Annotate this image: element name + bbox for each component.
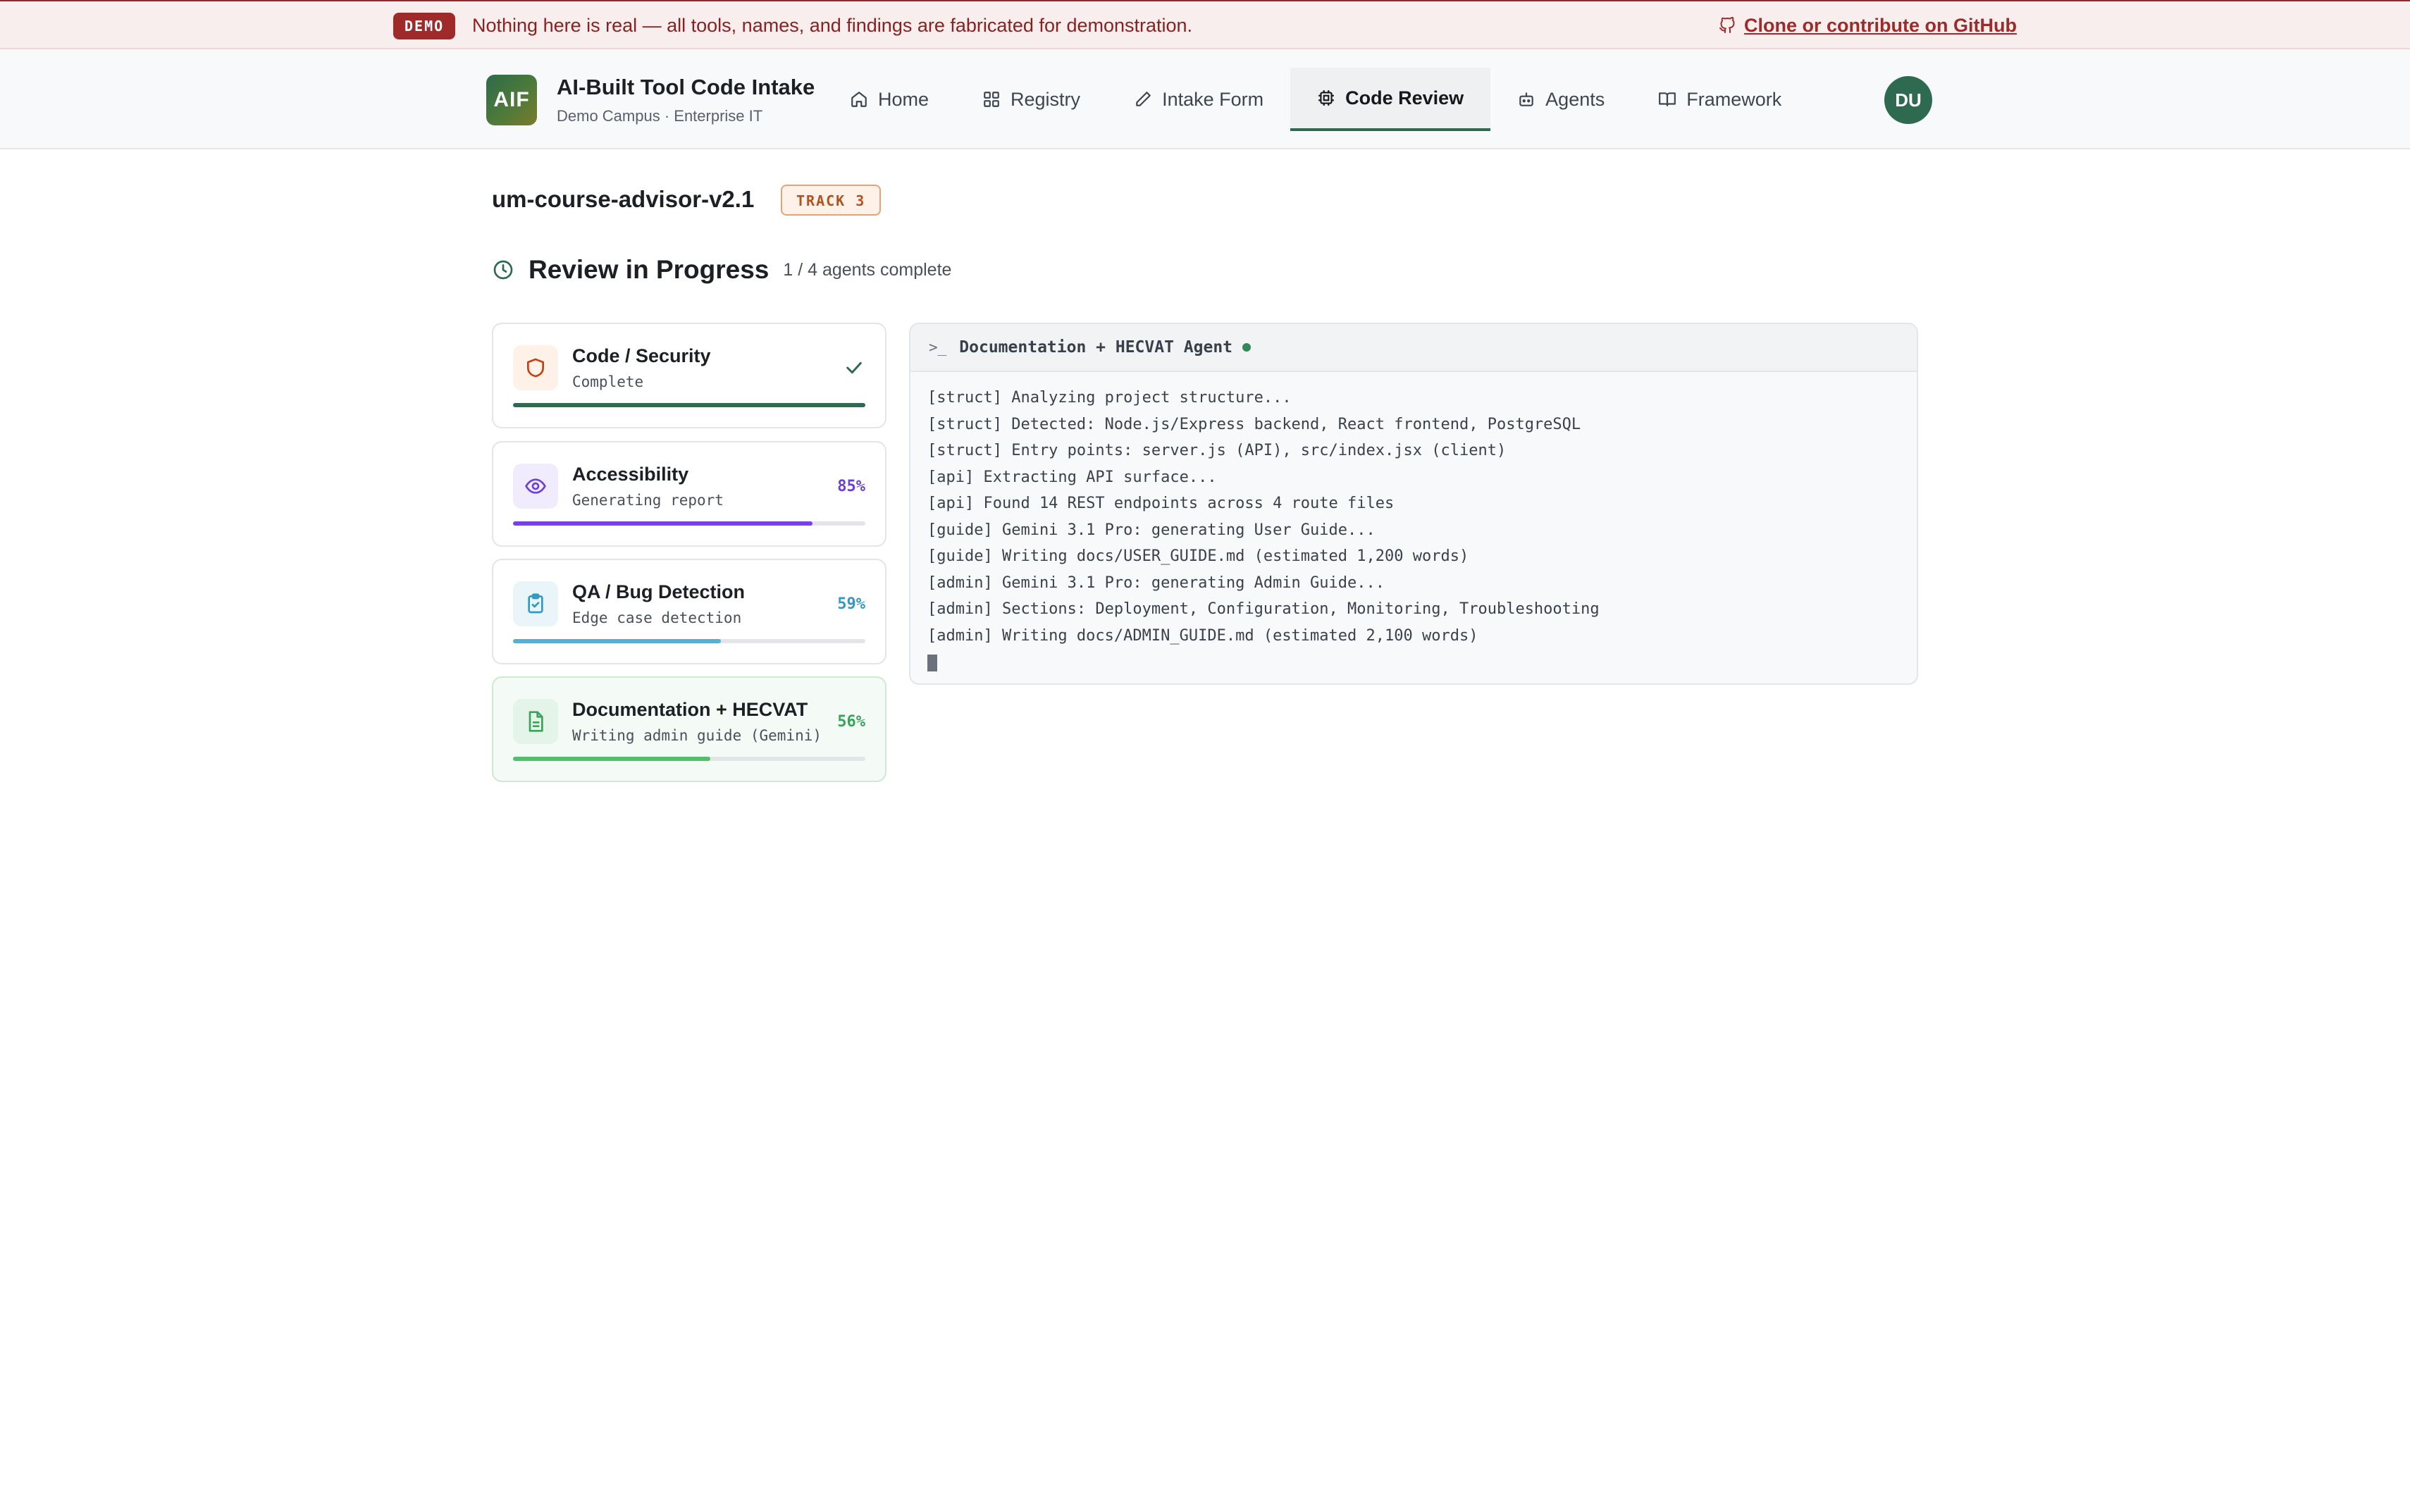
live-status-dot bbox=[1242, 343, 1252, 352]
agent-progress-fill bbox=[513, 639, 721, 643]
demo-banner: DEMO Nothing here is real — all tools, n… bbox=[0, 0, 2410, 49]
agent-name: Accessibility bbox=[572, 464, 689, 485]
bot-icon bbox=[1519, 92, 1533, 106]
demo-badge: DEMO bbox=[393, 13, 456, 39]
log-line: [admin] Gemini 3.1 Pro: generating Admin… bbox=[927, 574, 1385, 592]
app-header: AIF AI-Built Tool Code Intake Demo Campu… bbox=[0, 49, 2410, 149]
grid-icon bbox=[984, 92, 999, 107]
log-line: [guide] Gemini 3.1 Pro: generating User … bbox=[927, 521, 1376, 539]
tool-name: um-course-advisor-v2.1 bbox=[492, 186, 755, 212]
log-line: [guide] Writing docs/USER_GUIDE.md (esti… bbox=[927, 547, 1469, 565]
terminal-header: >_ Documentation + HECVAT Agent bbox=[910, 324, 1917, 372]
nav-code-review[interactable]: Code Review bbox=[1290, 68, 1491, 131]
agent-card-accessibility[interactable]: Accessibility Generating report 85% bbox=[492, 441, 886, 547]
nav-agents-label: Agents bbox=[1545, 88, 1605, 110]
clock-icon bbox=[493, 260, 513, 280]
review-count: 1 / 4 agents complete bbox=[783, 259, 952, 280]
agent-icon-box bbox=[513, 464, 558, 509]
review-title: Review in Progress bbox=[529, 255, 770, 284]
nav-registry[interactable]: Registry bbox=[956, 68, 1107, 131]
nav-framework[interactable]: Framework bbox=[1631, 68, 1808, 131]
main-nav: Home Registry Intake Form Code Review Ag… bbox=[823, 68, 1808, 131]
log-line: [api] Extracting API surface... bbox=[927, 468, 1217, 486]
log-line: [admin] Sections: Deployment, Configurat… bbox=[927, 600, 1600, 618]
agent-icon-box bbox=[513, 581, 558, 626]
terminal-title: Documentation + HECVAT Agent bbox=[959, 338, 1233, 357]
agent-percent: 56% bbox=[837, 713, 865, 731]
clipboard-check-icon bbox=[528, 593, 543, 614]
book-icon bbox=[1659, 92, 1676, 106]
log-line: [struct] Analyzing project structure... bbox=[927, 389, 1292, 407]
agent-progress-track bbox=[513, 403, 865, 407]
github-icon bbox=[1719, 17, 1735, 33]
app-subtitle: Demo Campus · Enterprise IT bbox=[557, 107, 763, 125]
terminal-prompt-icon: >_ bbox=[929, 339, 947, 356]
agent-card-documentation-hecvat[interactable]: Documentation + HECVAT Writing admin gui… bbox=[492, 676, 886, 782]
pencil-icon bbox=[1136, 92, 1151, 106]
app-logo[interactable]: AIF bbox=[486, 75, 537, 125]
nav-intake-form-label: Intake Form bbox=[1162, 88, 1264, 110]
terminal-log: [struct] Analyzing project structure... … bbox=[910, 372, 1917, 671]
app-title: AI-Built Tool Code Intake bbox=[557, 75, 815, 99]
nav-framework-label: Framework bbox=[1686, 88, 1782, 110]
github-link-label: Clone or contribute on GitHub bbox=[1744, 15, 2017, 36]
agent-icon-box bbox=[513, 345, 558, 390]
agent-progress-fill bbox=[513, 521, 812, 526]
github-link[interactable]: Clone or contribute on GitHub bbox=[1719, 11, 2017, 39]
home-icon bbox=[851, 92, 867, 107]
nav-code-review-label: Code Review bbox=[1345, 87, 1464, 109]
shield-icon bbox=[527, 358, 544, 378]
track-badge: TRACK 3 bbox=[781, 185, 882, 216]
log-line: [struct] Entry points: server.js (API), … bbox=[927, 442, 1507, 459]
agent-percent: 85% bbox=[837, 478, 865, 495]
agent-status: Writing admin guide (Gemini) bbox=[572, 727, 822, 744]
agent-card-qa-bug-detection[interactable]: QA / Bug Detection Edge case detection 5… bbox=[492, 559, 886, 664]
terminal-cursor bbox=[927, 655, 937, 671]
agent-percent: 59% bbox=[837, 595, 865, 613]
nav-home[interactable]: Home bbox=[823, 68, 956, 131]
chip-icon bbox=[1318, 90, 1334, 106]
user-avatar[interactable]: DU bbox=[1884, 76, 1932, 124]
nav-agents[interactable]: Agents bbox=[1490, 68, 1631, 131]
agent-icon-box bbox=[513, 699, 558, 744]
agent-name: QA / Bug Detection bbox=[572, 581, 746, 602]
agent-card-code-security[interactable]: Code / Security Complete bbox=[492, 323, 886, 428]
agent-status: Edge case detection bbox=[572, 609, 742, 626]
agent-progress-track bbox=[513, 639, 865, 643]
agent-progress-fill bbox=[513, 757, 710, 761]
demo-message: Nothing here is real — all tools, names,… bbox=[472, 15, 1193, 36]
agent-terminal[interactable]: >_ Documentation + HECVAT Agent [struct]… bbox=[909, 323, 1918, 685]
agent-progress-track bbox=[513, 757, 865, 761]
log-line: [struct] Detected: Node.js/Express backe… bbox=[927, 415, 1581, 433]
agent-name: Documentation + HECVAT bbox=[572, 699, 808, 720]
document-icon bbox=[529, 711, 543, 732]
nav-registry-label: Registry bbox=[1011, 88, 1081, 110]
agent-progress-fill bbox=[513, 403, 865, 407]
eye-icon bbox=[525, 478, 546, 494]
agent-name: Code / Security bbox=[572, 345, 711, 366]
agent-status: Complete bbox=[572, 373, 644, 390]
agent-status: Generating report bbox=[572, 492, 724, 509]
nav-home-label: Home bbox=[878, 88, 929, 110]
agent-progress-track bbox=[513, 521, 865, 526]
check-icon bbox=[846, 361, 862, 374]
nav-intake-form[interactable]: Intake Form bbox=[1107, 68, 1290, 131]
log-line: [admin] Writing docs/ADMIN_GUIDE.md (est… bbox=[927, 626, 1478, 645]
review-status-row: Review in Progress 1 / 4 agents complete bbox=[492, 255, 951, 285]
log-line: [api] Found 14 REST endpoints across 4 r… bbox=[927, 495, 1395, 512]
